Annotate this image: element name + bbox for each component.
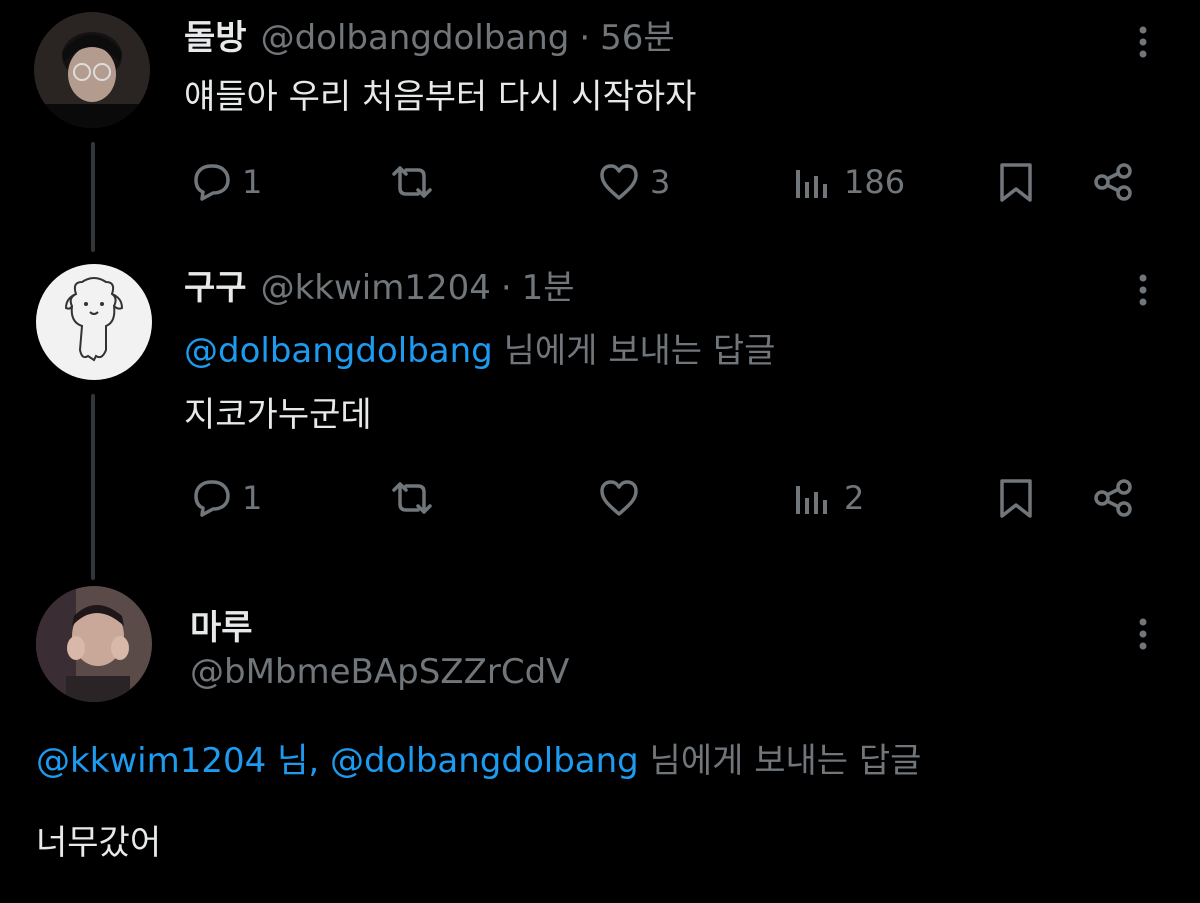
views-button[interactable]: 2 <box>790 478 864 518</box>
avatar[interactable] <box>36 586 152 702</box>
like-button[interactable]: 3 <box>596 162 670 202</box>
retweet-button[interactable] <box>384 162 448 202</box>
bookmark-button[interactable] <box>996 162 1036 202</box>
timestamp[interactable]: 1분 <box>522 268 575 308</box>
reply-button[interactable]: 1 <box>188 478 262 518</box>
more-options-button[interactable] <box>1128 22 1158 62</box>
user-handle[interactable]: @bMbmeBApSZZrCdV <box>190 652 569 692</box>
tweet-header: 돌방 @dolbangdolbang · 56분 <box>184 18 675 58</box>
separator-dot: · <box>579 18 591 58</box>
tweet-header: 구구 @kkwim1204 · 1분 <box>184 268 575 308</box>
reply-suffix: 님에게 보내는 답글 <box>492 331 776 371</box>
reply-icon <box>188 162 234 202</box>
thread-connector <box>91 142 95 252</box>
reply-suffix: 님에게 보내는 답글 <box>638 741 922 781</box>
heart-icon <box>596 478 642 518</box>
analytics-icon <box>790 478 836 518</box>
share-button[interactable] <box>1090 478 1136 518</box>
more-options-button[interactable] <box>1128 614 1158 654</box>
separator-dot: · <box>500 268 512 308</box>
reply-count: 1 <box>242 479 263 517</box>
profile-photo-icon <box>34 12 150 128</box>
timestamp[interactable]: 56분 <box>600 18 675 58</box>
bookmark-icon <box>996 162 1036 202</box>
replying-to: @kkwim1204 님, @dolbangdolbang 님에게 보내는 답글 <box>36 740 921 782</box>
more-dots-icon <box>1139 274 1147 306</box>
retweet-button[interactable] <box>384 478 448 518</box>
tweet-text: 얘들아 우리 처음부터 다시 시작하자 <box>184 77 697 117</box>
retweet-icon <box>384 162 440 202</box>
display-name[interactable]: 구구 <box>184 268 247 308</box>
share-button[interactable] <box>1090 162 1136 202</box>
heart-icon <box>596 162 642 202</box>
view-count: 186 <box>844 163 906 201</box>
share-icon <box>1090 478 1136 518</box>
tweet-text: 지코가누군데 <box>184 395 372 435</box>
view-count: 2 <box>844 479 865 517</box>
views-button[interactable]: 186 <box>790 162 905 202</box>
reply-icon <box>188 478 234 518</box>
more-options-button[interactable] <box>1128 270 1158 310</box>
like-button[interactable] <box>596 478 650 518</box>
tweet-text: 너무갔어 <box>36 823 162 863</box>
puppy-drawing-icon <box>36 264 152 380</box>
reply-button[interactable]: 1 <box>188 162 262 202</box>
more-dots-icon <box>1139 618 1147 650</box>
thread-connector <box>91 394 95 580</box>
profile-photo-icon <box>36 586 152 702</box>
bookmark-icon <box>996 478 1036 518</box>
share-icon <box>1090 162 1136 202</box>
like-count: 3 <box>650 163 671 201</box>
mention-link[interactable]: @kkwim1204 님, @dolbangdolbang <box>36 741 639 781</box>
conversation-thread: 돌방 @dolbangdolbang · 56분 얘들아 우리 처음부터 다시 … <box>0 0 1200 903</box>
display-name[interactable]: 마루 <box>190 600 253 649</box>
user-handle[interactable]: @kkwim1204 <box>261 268 491 308</box>
more-dots-icon <box>1139 26 1147 58</box>
mention-link[interactable]: @dolbangdolbang <box>184 331 493 371</box>
display-name[interactable]: 돌방 <box>184 18 247 58</box>
user-handle[interactable]: @dolbangdolbang <box>261 18 570 58</box>
retweet-icon <box>384 478 440 518</box>
avatar[interactable] <box>34 12 150 128</box>
reply-count: 1 <box>242 163 263 201</box>
bookmark-button[interactable] <box>996 478 1036 518</box>
replying-to: @dolbangdolbang 님에게 보내는 답글 <box>184 330 775 372</box>
avatar[interactable] <box>36 264 152 380</box>
analytics-icon <box>790 162 836 202</box>
